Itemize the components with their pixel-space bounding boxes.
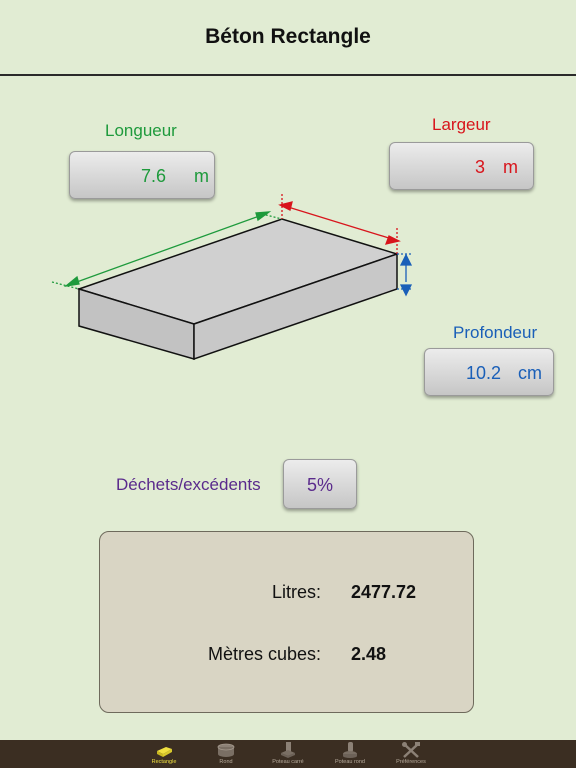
depth-label: Profondeur: [453, 323, 538, 342]
liters-value: 2477.72: [351, 582, 417, 602]
tab-preferences-label: Préférences: [396, 759, 426, 765]
depth-unit: cm: [518, 363, 542, 383]
depth-dimension: [397, 253, 413, 297]
round-post-icon: [343, 742, 357, 758]
tools-icon: [402, 742, 420, 758]
waste-label: Déchets/excédents: [116, 475, 261, 494]
depth-field[interactable]: 10.2 cm: [424, 348, 554, 396]
cylinder-icon: [217, 743, 235, 757]
width-value: 3: [474, 157, 485, 177]
cubic-meters-value: 2.48: [351, 644, 387, 664]
tab-square-post-label: Poteau carré: [272, 759, 304, 765]
length-value: 7.6: [140, 166, 166, 186]
depth-value: 10.2: [465, 363, 501, 383]
square-post-icon: [281, 742, 295, 758]
length-field[interactable]: 7.6 m: [69, 151, 215, 199]
tab-rectangle[interactable]: Rectangle: [134, 740, 194, 768]
rectangle-slab-icon: [157, 747, 172, 757]
waste-field[interactable]: 5%: [283, 459, 357, 509]
length-label: Longueur: [105, 121, 177, 140]
tab-round[interactable]: Rond: [196, 740, 256, 768]
tab-round-post-label: Poteau rond: [335, 759, 365, 765]
waste-value: 5%: [306, 475, 333, 495]
tab-rectangle-label: Rectangle: [151, 759, 177, 765]
liters-label: Litres:: [271, 582, 321, 602]
length-unit: m: [194, 166, 209, 186]
width-unit: m: [503, 157, 518, 177]
results-panel: Litres: 2477.72 Mètres cubes: 2.48: [99, 531, 474, 713]
width-field[interactable]: 3 m: [389, 142, 534, 190]
tab-round-post[interactable]: Poteau rond: [320, 740, 380, 768]
tab-bar: Rectangle Rond Poteau carré Poteau rond: [0, 740, 576, 768]
tab-round-label: Rond: [219, 759, 233, 765]
width-label: Largeur: [432, 115, 491, 134]
tab-square-post[interactable]: Poteau carré: [258, 740, 318, 768]
tab-preferences[interactable]: Préférences: [381, 740, 441, 768]
cubic-meters-label: Mètres cubes:: [207, 644, 321, 664]
